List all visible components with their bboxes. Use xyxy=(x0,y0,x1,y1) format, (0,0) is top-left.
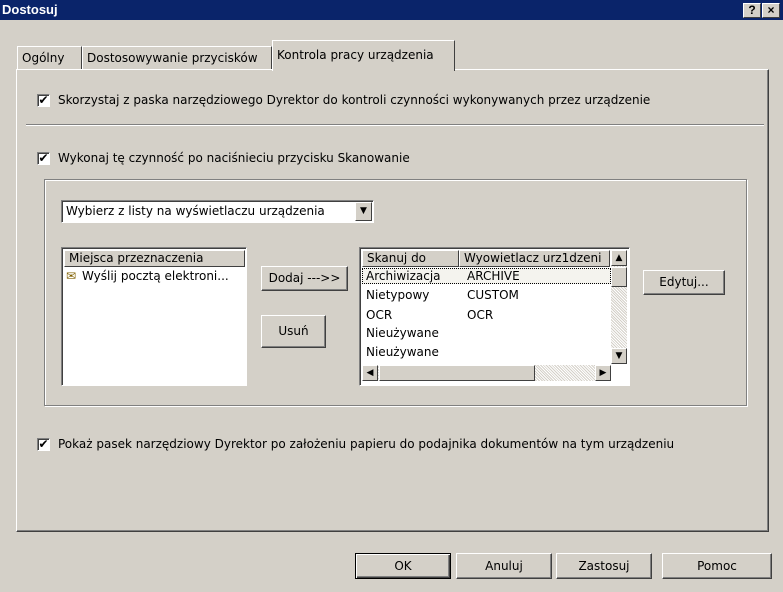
scroll-thumb[interactable] xyxy=(611,267,627,287)
edit-button[interactable]: Edytuj... xyxy=(643,270,725,295)
scan-row-target[interactable]: Nieużywane xyxy=(366,345,439,359)
tab-button-customization[interactable]: Dostosowywanie przycisków xyxy=(82,46,272,70)
title-bar xyxy=(0,0,783,20)
add-button[interactable]: Dodaj --->> xyxy=(261,266,348,291)
mode-select[interactable]: Wybierz z listy na wyświetlaczu urządzen… xyxy=(61,200,374,223)
show-toolbar-label: Pokaż pasek narzędziowy Dyrektor po zało… xyxy=(58,437,675,451)
scroll-left-icon[interactable]: ◀ xyxy=(362,365,378,381)
chevron-down-icon[interactable]: ▼ xyxy=(355,202,372,221)
scan-row-target[interactable]: OCR xyxy=(366,308,392,322)
remove-button[interactable]: Usuń xyxy=(261,315,326,348)
scan-row-target[interactable]: Nietypowy xyxy=(366,288,429,302)
destinations-list[interactable]: Miejsca przeznaczenia ✉ Wyślij pocztą ele… xyxy=(61,247,247,386)
apply-button[interactable]: Zastosuj xyxy=(556,553,652,579)
cancel-button[interactable]: Anuluj xyxy=(456,553,552,579)
ok-button[interactable]: OK xyxy=(355,553,451,579)
destinations-header[interactable]: Miejsca przeznaczenia xyxy=(64,250,245,267)
help-button[interactable]: Pomoc xyxy=(662,553,772,579)
scroll-down-icon[interactable]: ▼ xyxy=(611,348,627,364)
tab-device-control[interactable]: Kontrola pracy urządzenia xyxy=(272,40,455,71)
scan-list[interactable]: Skanuj do Wyowietlacz urz1dzeni ▲ ▼ Arch… xyxy=(359,247,630,386)
use-toolbar-checkbox[interactable]: ✔ xyxy=(37,94,50,107)
scroll-thumb-horizontal[interactable] xyxy=(379,365,535,381)
scan-row-display[interactable]: OCR xyxy=(467,308,493,322)
mode-select-value: Wybierz z listy na wyświetlaczu urządzen… xyxy=(66,204,325,218)
scroll-up-icon[interactable]: ▲ xyxy=(611,250,627,266)
scan-header-display[interactable]: Wyowietlacz urz1dzeni xyxy=(459,250,610,267)
scroll-right-icon[interactable]: ▶ xyxy=(595,365,611,381)
show-toolbar-checkbox[interactable]: ✔ xyxy=(37,438,50,451)
separator xyxy=(26,124,764,126)
use-toolbar-label: Skorzystaj z paska narzędziowego Dyrekto… xyxy=(58,93,651,107)
list-item[interactable]: ✉ Wyślij pocztą elektroni... xyxy=(66,269,229,283)
email-icon: ✉ xyxy=(66,269,77,283)
vertical-scrollbar[interactable]: ▲ ▼ xyxy=(611,250,627,364)
run-action-checkbox[interactable]: ✔ xyxy=(37,152,50,165)
scan-row-display[interactable]: CUSTOM xyxy=(467,288,519,302)
scan-row-display[interactable]: ARCHIVE xyxy=(467,269,520,283)
window-title: Dostosuj xyxy=(2,2,58,17)
scan-row-target[interactable]: Archiwizacja xyxy=(366,269,441,283)
destination-label: Wyślij pocztą elektroni... xyxy=(82,269,229,283)
tab-general[interactable]: Ogólny xyxy=(17,46,82,70)
run-action-label: Wykonaj tę czynność po naciśnieciu przyc… xyxy=(58,151,410,165)
scan-header-target[interactable]: Skanuj do xyxy=(362,250,459,267)
scan-row-target[interactable]: Nieużywane xyxy=(366,326,439,340)
help-title-button[interactable]: ? xyxy=(743,3,761,18)
horizontal-scrollbar[interactable]: ◀ ▶ xyxy=(362,365,611,381)
close-icon[interactable]: × xyxy=(762,3,780,18)
